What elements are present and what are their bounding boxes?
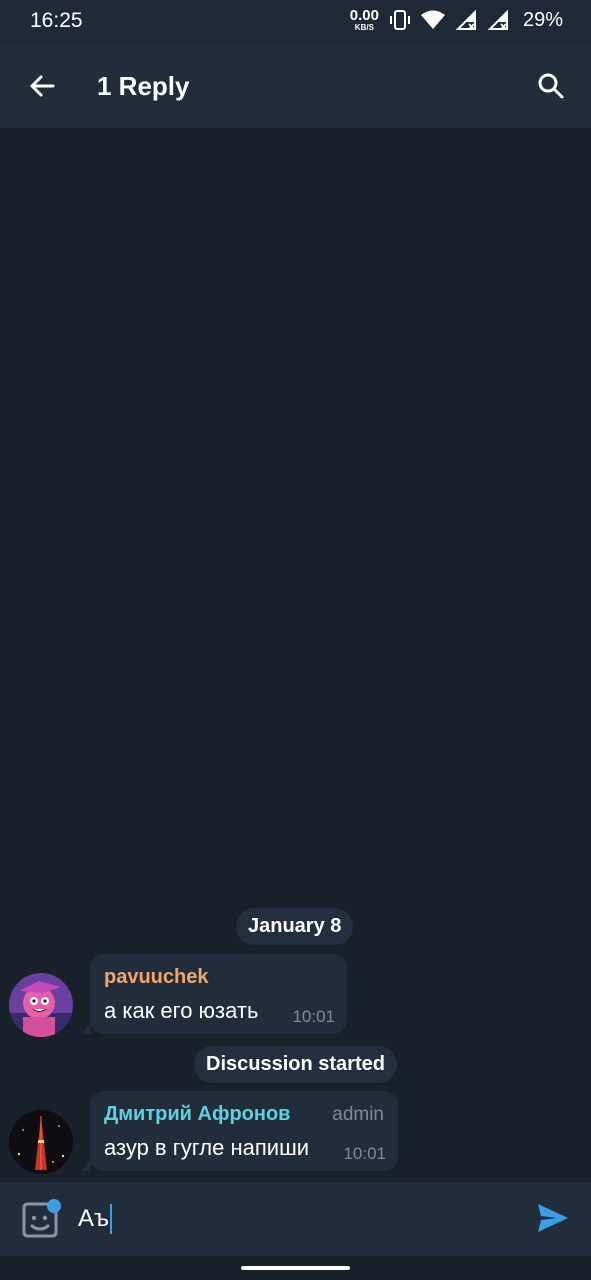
user-avatar-image [9,973,73,1037]
message-bubble[interactable]: pavuuchek а как его юзать 10:01 [81,954,347,1034]
avatar[interactable] [9,973,73,1037]
navigation-bar [0,1256,591,1280]
network-speed: 0.00 KB/S [350,8,379,32]
message-input-value: Аъ [78,1205,110,1232]
send-icon [538,1204,568,1232]
date-label: January 8 [236,908,354,945]
back-button[interactable] [22,66,62,106]
service-message: Discussion started [194,1046,397,1083]
status-bar: 16:25 0.00 KB/S 29% [0,0,591,44]
status-time: 16:25 [30,9,83,32]
message-input[interactable]: Аъ [78,1204,113,1234]
message-sender[interactable]: pavuuchek [104,966,208,989]
search-icon [538,73,564,99]
avatar[interactable] [9,1110,73,1174]
message-text: азур в гугле напиши [104,1135,310,1160]
network-speed-value: 0.00 [349,7,379,24]
message-sender[interactable]: Дмитрий Афронов [104,1103,290,1126]
app-bar: 1 Reply [0,44,591,128]
home-indicator[interactable] [241,1266,350,1270]
message-input-bar: Аъ [0,1182,591,1256]
chat-area[interactable]: January 8 pavuuchek а как его юзать 10:0… [0,128,591,1182]
page-title: 1 Reply [97,71,190,101]
admin-badge: admin [332,1104,384,1125]
message-bubble[interactable]: Дмитрий Афронов admin азур в гугле напиш… [81,1091,398,1171]
send-button[interactable] [535,1200,575,1240]
battery-level: 29% [522,8,563,31]
message-time: 10:01 [343,1144,386,1163]
bubble-tail [81,1022,91,1034]
back-arrow-icon [30,75,55,97]
signal-icon [455,10,476,30]
new-stickers-dot [47,1199,61,1213]
network-speed-unit: KB/S [354,23,374,32]
user-avatar-image [9,1110,73,1174]
wifi-icon [420,10,445,29]
search-button[interactable] [531,66,571,106]
bubble-tail [81,1159,91,1171]
vibrate-icon [389,10,410,30]
message-time: 10:01 [292,1007,335,1026]
message-text: а как его юзать [104,998,259,1023]
signal-icon [487,10,508,30]
text-caret [110,1204,113,1234]
status-icons: 0.00 KB/S 29% [350,8,563,32]
